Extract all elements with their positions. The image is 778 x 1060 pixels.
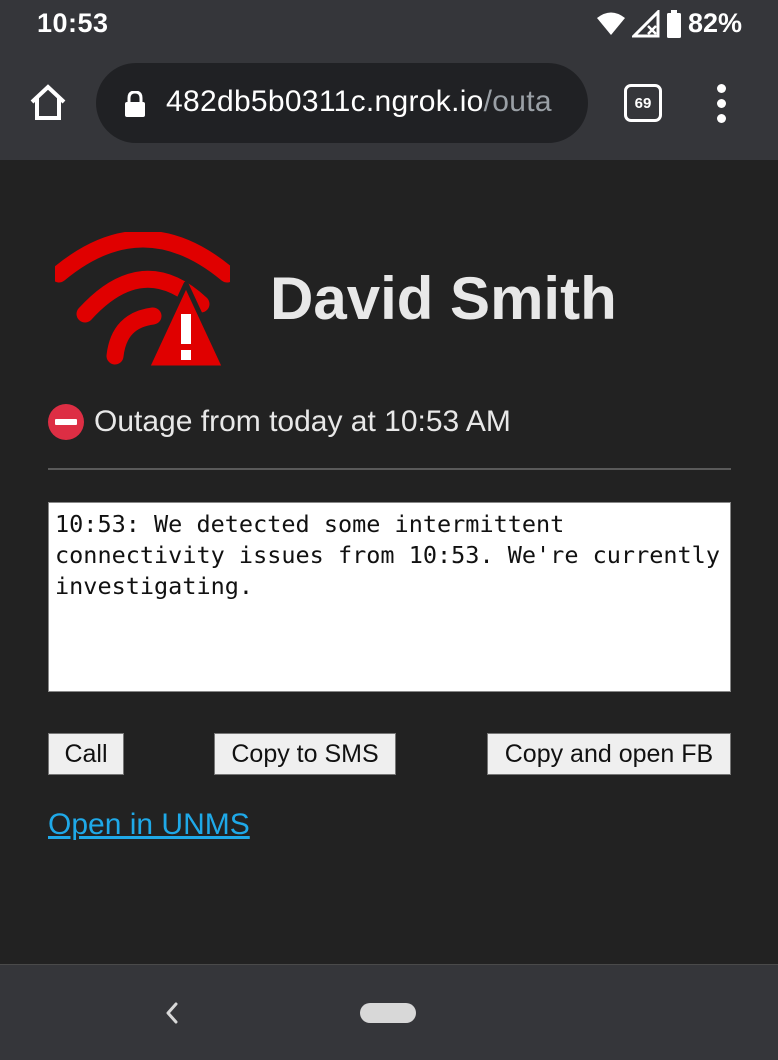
divider [48,468,731,470]
home-icon[interactable] [26,80,70,124]
customer-name: David Smith [270,265,617,332]
tab-switcher-button[interactable]: 69 [624,84,662,122]
android-nav-bar [0,964,778,1060]
address-bar[interactable]: 482db5b0311c.ngrok.io/outa [96,63,588,143]
status-bar: 10:53 82% [0,0,778,50]
menu-dot [717,114,726,123]
outage-text: Outage from today at 10:53 AM [94,405,511,438]
battery-icon [666,9,681,38]
status-time: 10:53 [37,8,109,38]
home-pill[interactable] [360,1003,416,1023]
back-icon[interactable] [164,1001,180,1025]
copy-and-open-fb-button[interactable]: Copy and open FB [487,733,731,775]
copy-to-sms-button[interactable]: Copy to SMS [214,733,396,775]
menu-dot [717,99,726,108]
url-text[interactable]: 482db5b0311c.ngrok.io/outa [166,85,576,123]
outage-status: Outage from today at 10:53 AM [48,404,511,440]
wifi-icon [596,12,625,35]
open-in-unms-link[interactable]: Open in UNMS [48,808,250,842]
signal-icon [631,9,660,37]
url-path: /outa [483,85,552,118]
page-content: David Smith Outage from today at 10:53 A… [0,160,778,964]
lock-icon [125,91,145,117]
message-textarea[interactable]: 10:53: We detected some intermittent con… [48,502,731,692]
url-host: 482db5b0311c.ngrok.io [166,85,484,118]
status-icons: 82% [596,8,742,39]
wifi-warning-logo-icon [55,232,230,371]
battery-percent: 82% [687,8,742,38]
call-button[interactable]: Call [48,733,124,775]
more-menu-icon[interactable] [710,80,734,126]
menu-dot [717,84,726,93]
browser-toolbar: 482db5b0311c.ngrok.io/outa 69 [0,50,778,160]
no-entry-icon [48,404,84,440]
